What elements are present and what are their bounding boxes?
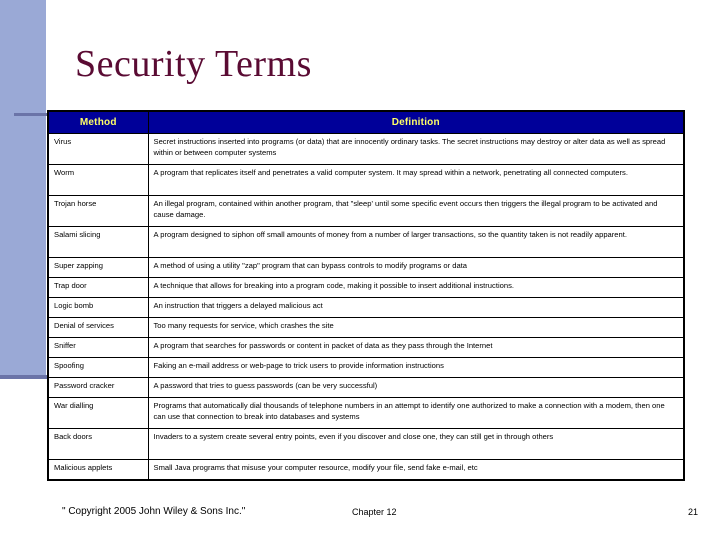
table-row: Super zapping A method of using a utility… (47, 257, 685, 278)
definition-cell: A password that tries to guess passwords… (147, 377, 685, 398)
definition-cell: An illegal program, contained within ano… (147, 195, 685, 227)
table-row: Denial of services Too many requests for … (47, 317, 685, 338)
table-row: Trojan horse An illegal program, containe… (47, 195, 685, 227)
table-row: Password cracker A password that tries to… (47, 377, 685, 398)
table-row: Logic bomb An instruction that triggers a… (47, 297, 685, 318)
method-cell: Worm (47, 164, 149, 196)
method-cell: Malicious applets (47, 459, 149, 481)
slide-decoration-band (0, 0, 46, 378)
method-cell: Sniffer (47, 337, 149, 358)
table-row: Spoofing Faking an e-mail address or web-… (47, 357, 685, 378)
definition-cell: Secret instructions inserted into progra… (147, 133, 685, 165)
method-cell: Super zapping (47, 257, 149, 278)
footer-page-number: 21 (688, 507, 699, 517)
definition-cell: An instruction that triggers a delayed m… (147, 297, 685, 318)
definition-cell: A technique that allows for breaking int… (147, 277, 685, 298)
table-row: Back doors Invaders to a system create se… (47, 428, 685, 460)
table-body: Virus Secret instructions inserted into p… (47, 133, 685, 481)
definition-cell: Small Java programs that misuse your com… (147, 459, 685, 481)
security-terms-table: Method Definition Virus Secret instructio… (47, 110, 685, 481)
table-header: Method Definition (47, 110, 685, 134)
method-cell: Trap door (47, 277, 149, 298)
method-cell: Spoofing (47, 357, 149, 378)
page-title: Security Terms (75, 43, 312, 85)
method-cell: Logic bomb (47, 297, 149, 318)
table-row: Virus Secret instructions inserted into p… (47, 133, 685, 165)
slide-decoration-line-top (14, 113, 50, 116)
definition-cell: Faking an e-mail address or web-page to … (147, 357, 685, 378)
method-cell: Back doors (47, 428, 149, 460)
method-cell: Trojan horse (47, 195, 149, 227)
method-cell: Denial of services (47, 317, 149, 338)
table-row: Malicious applets Small Java programs tha… (47, 459, 685, 481)
definition-cell: A program that replicates itself and pen… (147, 164, 685, 196)
method-cell: Password cracker (47, 377, 149, 398)
definition-cell: Programs that automatically dial thousan… (147, 397, 685, 429)
footer-copyright: " Copyright 2005 John Wiley & Sons Inc." (62, 506, 246, 517)
footer-chapter: Chapter 12 (352, 507, 397, 517)
table-row: Sniffer A program that searches for passw… (47, 337, 685, 358)
column-header-method: Method (47, 110, 149, 134)
slide-footer: " Copyright 2005 John Wiley & Sons Inc."… (0, 506, 720, 528)
definition-cell: Too many requests for service, which cra… (147, 317, 685, 338)
definition-cell: Invaders to a system create several entr… (147, 428, 685, 460)
definition-cell: A program designed to siphon off small a… (147, 226, 685, 258)
slide-decoration-line-bottom (0, 375, 50, 379)
table-header-row: Method Definition (47, 110, 685, 134)
column-header-definition: Definition (147, 110, 685, 134)
method-cell: Salami slicing (47, 226, 149, 258)
definition-cell: A method of using a utility "zap" progra… (147, 257, 685, 278)
definition-cell: A program that searches for passwords or… (147, 337, 685, 358)
method-cell: Virus (47, 133, 149, 165)
table-row: Worm A program that replicates itself and… (47, 164, 685, 196)
table-row: War dialling Programs that automatically … (47, 397, 685, 429)
table-row: Salami slicing A program designed to siph… (47, 226, 685, 258)
method-cell: War dialling (47, 397, 149, 429)
table-row: Trap door A technique that allows for bre… (47, 277, 685, 298)
